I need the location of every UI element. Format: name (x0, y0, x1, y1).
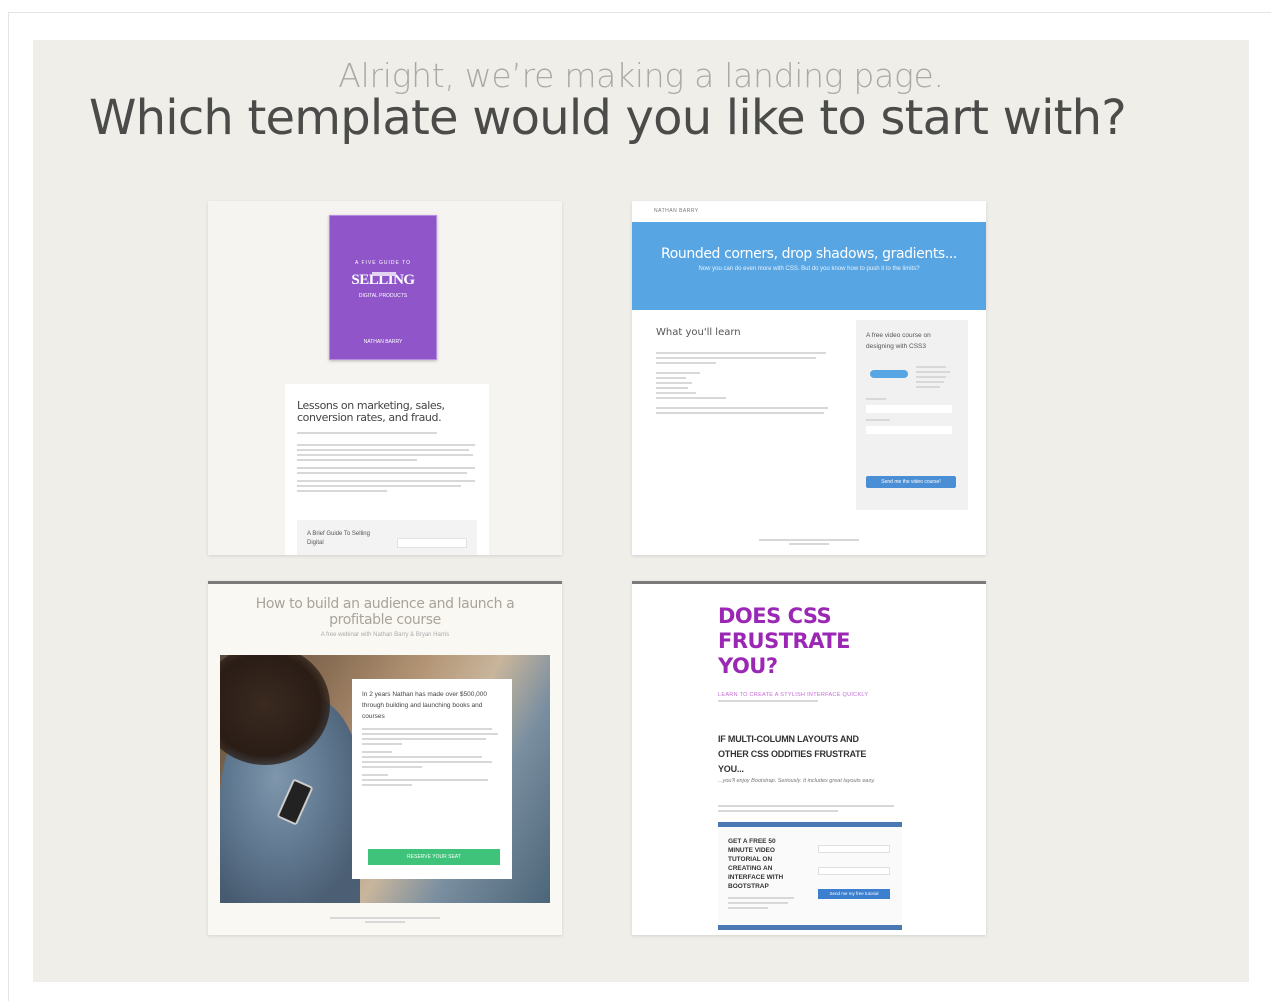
ebook-box-text: A Brief Guide To Selling Digital (307, 531, 370, 546)
template-card-webinar[interactable]: How to build an audience and launch a pr… (208, 581, 562, 935)
brand-label: NATHAN BARRY (654, 208, 699, 214)
ebook-signup-box: A Brief Guide To Selling Digital (297, 520, 477, 555)
course-footer (632, 539, 986, 547)
book-cover-subtitle: DIGITAL PRODUCTS (358, 293, 408, 299)
css-tagline: LEARN TO CREATE A STYLISH INTERFACE QUIC… (718, 692, 869, 698)
css-caption: IF MULTI-COLUMN LAYOUTS AND OTHER CSS OD… (718, 734, 867, 774)
book-cover-top-text: A FIVE GUIDE TO (355, 260, 411, 266)
css-optin-text: GET A FREE 50 MINUTE VIDEO TUTORIAL ON C… (728, 838, 784, 890)
template-chooser-panel: Alright, we’re making a landing page. Wh… (33, 40, 1249, 982)
webinar-reserve-button: RESERVE YOUR SEAT (368, 849, 500, 865)
course-badge (870, 370, 908, 378)
template-card-video-course[interactable]: NATHAN BARRY Rounded corners, drop shado… (632, 201, 986, 555)
template-card-ebook[interactable]: A FIVE GUIDE TO SELLING DIGITAL PRODUCTS… (208, 201, 562, 555)
ebook-content-panel: Lessons on marketing, sales, conversion … (285, 384, 489, 555)
course-side-title: A free video course on designing with CS… (866, 332, 931, 350)
template-card-css-tutorial[interactable]: DOES CSS FRUSTRATE YOU? LEARN TO CREATE … (632, 581, 986, 935)
css-body-text (718, 802, 898, 815)
css-submit-button: Send me my free tutorial (818, 889, 890, 899)
course-submit-button: Send me the video course! (866, 476, 956, 488)
page-title: Which template would you like to start w… (89, 90, 1127, 146)
webinar-subline: A free webinar with Nathan Barry & Bryan… (320, 632, 450, 638)
course-hero: Rounded corners, drop shadows, gradients… (632, 222, 986, 310)
course-hero-subtitle: Now you can do even more with CSS. But d… (698, 266, 920, 272)
css-headline: DOES CSS FRUSTRATE YOU? (718, 604, 850, 678)
book-cover-author: NATHAN BARRY (363, 339, 403, 345)
book-cover-image: A FIVE GUIDE TO SELLING DIGITAL PRODUCTS… (329, 215, 437, 360)
css-tagline-sub (718, 700, 818, 702)
css-email-field (818, 867, 890, 875)
webinar-signup-card: In 2 years Nathan has made over $500,000… (352, 679, 512, 879)
css-italic-text: ...you'll enjoy Bootstrap. Seriously. It… (718, 778, 876, 784)
webinar-footer (208, 917, 562, 925)
css-name-field (818, 845, 890, 853)
css-optin-box: GET A FREE 50 MINUTE VIDEO TUTORIAL ON C… (718, 822, 902, 930)
course-signup-sidebar: A free video course on designing with CS… (856, 320, 968, 510)
ebook-email-field (397, 538, 467, 548)
course-learn-title: What you'll learn (656, 327, 741, 338)
webinar-hero-photo: In 2 years Nathan has made over $500,000… (220, 655, 550, 903)
ebook-headline: Lessons on marketing, sales, conversion … (297, 399, 445, 424)
webinar-headline: How to build an audience and launch a pr… (255, 596, 515, 628)
course-learn-section: What you'll learn (656, 327, 836, 417)
course-hero-title: Rounded corners, drop shadows, gradients… (661, 246, 957, 262)
webinar-card-headline: In 2 years Nathan has made over $500,000… (362, 691, 488, 720)
